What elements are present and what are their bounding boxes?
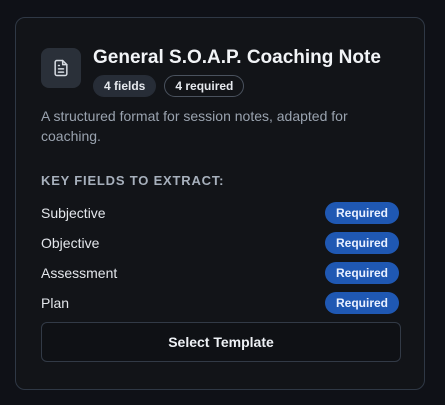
field-row-subjective: Subjective Required xyxy=(41,202,399,224)
header-text: General S.O.A.P. Coaching Note 4 fields … xyxy=(93,47,381,97)
template-description: A structured format for session notes, a… xyxy=(41,108,348,144)
field-row-assessment: Assessment Required xyxy=(41,262,399,284)
field-name: Subjective xyxy=(41,205,106,221)
fields-count-pill: 4 fields xyxy=(93,75,157,97)
required-badge: Required xyxy=(324,202,399,224)
field-row-plan: Plan Required xyxy=(41,292,399,314)
document-icon xyxy=(41,48,81,88)
required-badge: Required xyxy=(324,232,399,254)
card-header: General S.O.A.P. Coaching Note 4 fields … xyxy=(41,47,399,97)
field-name: Objective xyxy=(41,235,100,251)
template-pills: 4 fields 4 required xyxy=(93,75,381,97)
key-fields-list: Subjective Required Objective Required A… xyxy=(41,202,399,314)
field-name: Assessment xyxy=(41,265,118,281)
select-template-button[interactable]: Select Template xyxy=(41,322,401,362)
key-fields-heading: KEY FIELDS TO EXTRACT: xyxy=(41,173,225,188)
required-badge: Required xyxy=(324,292,399,314)
required-count-pill: 4 required xyxy=(164,75,245,97)
template-card: General S.O.A.P. Coaching Note 4 fields … xyxy=(15,17,425,390)
template-title: General S.O.A.P. Coaching Note xyxy=(93,47,381,68)
required-badge: Required xyxy=(324,262,399,284)
field-row-objective: Objective Required xyxy=(41,232,399,254)
field-name: Plan xyxy=(41,295,70,311)
